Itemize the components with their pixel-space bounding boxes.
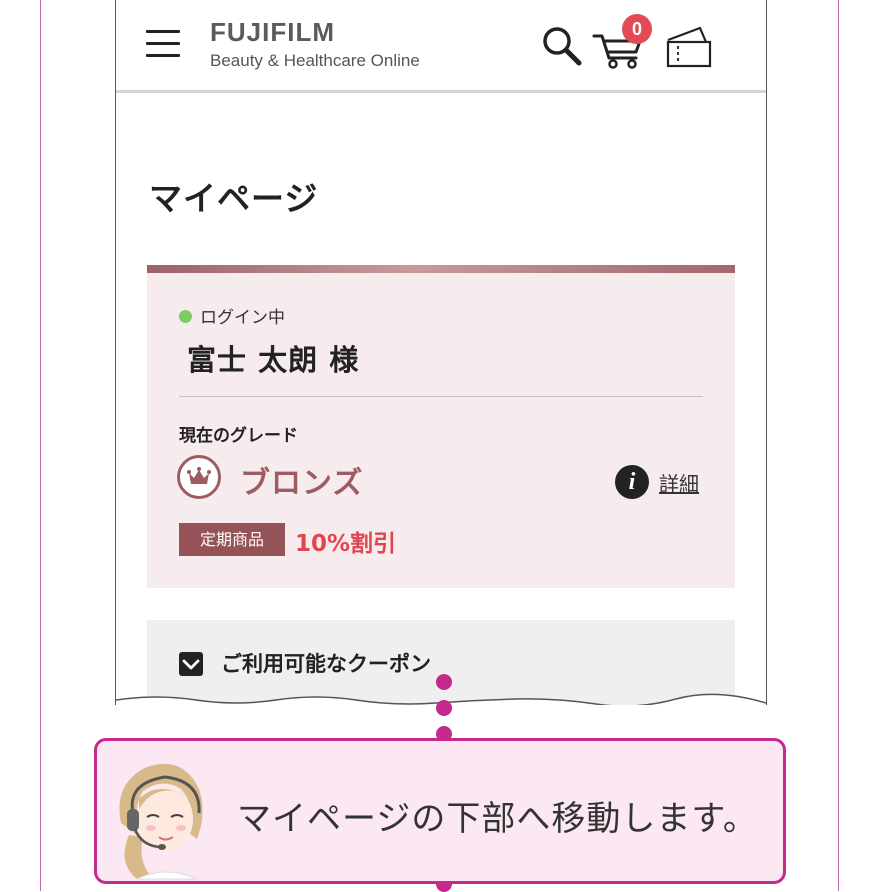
member-card: ログイン中 富士 太朗 様 現在のグレード ブロンズ i 詳細 定期商品 10%… xyxy=(147,265,735,588)
discount-text: 10%割引 xyxy=(295,531,397,557)
guide-tip-box: マイページの下部へ移動します。 xyxy=(94,738,786,884)
subscription-tag: 定期商品 xyxy=(179,523,285,556)
checkbox-icon xyxy=(179,652,203,676)
card-accent-bar xyxy=(147,265,735,273)
operator-avatar xyxy=(119,763,203,880)
grade-label: 現在のグレード xyxy=(179,426,298,446)
brand-subtitle: Beauty & Healthcare Online xyxy=(210,51,420,70)
cart-button[interactable]: 0 xyxy=(592,14,652,70)
indicator-dot xyxy=(436,674,452,690)
indicator-dot xyxy=(436,700,452,716)
login-status: ログイン中 xyxy=(179,303,285,328)
guide-line-left xyxy=(40,0,41,891)
menu-icon[interactable] xyxy=(146,28,180,60)
phone-screen: FUJIFILM Beauty & Healthcare Online 0 マイ… xyxy=(115,0,767,705)
info-icon: i xyxy=(615,465,649,499)
grade-name: ブロンズ xyxy=(240,466,364,501)
card-divider xyxy=(179,396,703,397)
member-name: 富士 太朗 様 xyxy=(187,343,360,377)
search-icon[interactable] xyxy=(540,24,584,68)
brand-name: FUJIFILM xyxy=(210,17,335,47)
header-bar: FUJIFILM Beauty & Healthcare Online 0 xyxy=(116,0,766,93)
brand-logo[interactable]: FUJIFILM Beauty & Healthcare Online xyxy=(210,18,420,71)
cart-count-badge: 0 xyxy=(622,14,652,44)
page-title: マイページ xyxy=(149,179,319,218)
guide-line-right xyxy=(838,0,839,891)
detail-link-label: 詳細 xyxy=(659,471,699,496)
grade-detail-link[interactable]: i 詳細 xyxy=(615,465,699,499)
coupon-section[interactable]: ご利用可能なクーポン xyxy=(147,620,735,705)
coupon-title: ご利用可能なクーポン xyxy=(221,652,431,676)
status-dot-icon xyxy=(179,309,192,323)
crown-icon xyxy=(177,455,221,499)
tip-text: マイページの下部へ移動します。 xyxy=(237,799,758,839)
ticket-icon[interactable] xyxy=(664,24,716,70)
login-status-text: ログイン中 xyxy=(200,308,285,328)
